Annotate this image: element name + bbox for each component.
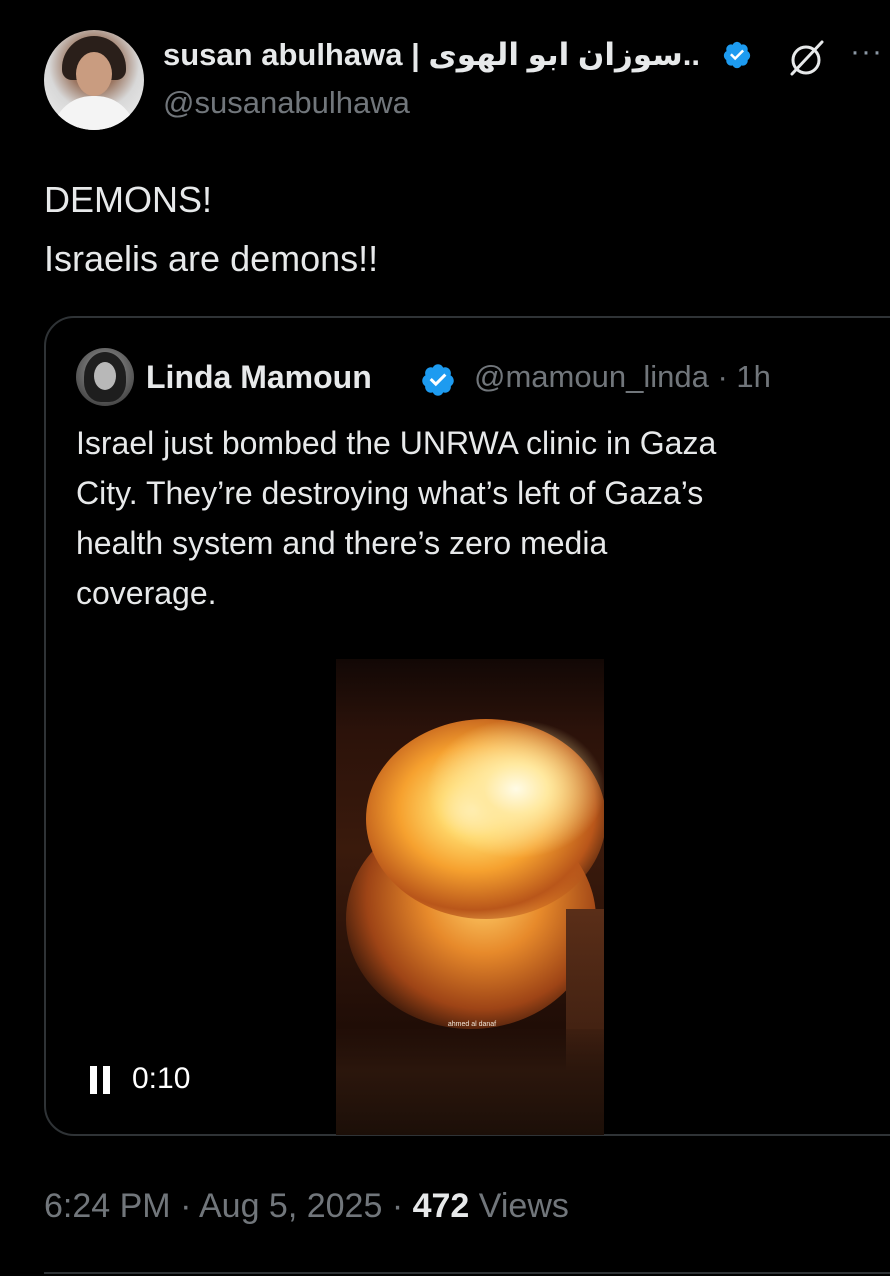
- video-ground: [336, 1029, 604, 1135]
- tweet-line: DEMONS!: [44, 179, 213, 220]
- quoted-author-handle[interactable]: @mamoun_linda: [474, 359, 709, 394]
- quoted-tweet-text: Israel just bombed the UNRWA clinic in G…: [76, 418, 866, 618]
- author-avatar[interactable]: [44, 30, 144, 130]
- meta-separator: ·: [717, 359, 728, 394]
- quoted-author-avatar[interactable]: [76, 348, 134, 406]
- verified-badge-icon: [422, 364, 454, 396]
- quoted-line: Israel just bombed the UNRWA clinic in G…: [76, 425, 717, 461]
- quoted-timestamp[interactable]: 1h: [736, 359, 770, 394]
- verified-badge-icon: [723, 41, 751, 69]
- avatar-face: [76, 52, 112, 96]
- post-date[interactable]: Aug 5, 2025: [199, 1187, 382, 1225]
- quoted-line: City. They’re destroying what’s left of …: [76, 475, 704, 511]
- post-time[interactable]: 6:24 PM: [44, 1187, 171, 1225]
- author-handle[interactable]: @susanabulhawa: [163, 84, 410, 122]
- video-watermark: ahmed al danaf: [447, 1021, 497, 1028]
- quoted-meta: @mamoun_linda · 1h: [474, 358, 771, 396]
- quoted-line: health system and there’s zero media: [76, 525, 608, 561]
- tweet-text: DEMONS! Israelis are demons!!: [44, 170, 864, 288]
- avatar-face: [94, 362, 116, 390]
- divider: [44, 1272, 890, 1274]
- more-options-icon[interactable]: ···: [850, 37, 890, 70]
- quoted-line: coverage.: [76, 575, 217, 611]
- quoted-author-name[interactable]: Linda Mamoun: [146, 358, 372, 396]
- views-count: 472: [412, 1187, 470, 1225]
- pause-icon[interactable]: [90, 1066, 112, 1094]
- post-meta: 6:24 PM · Aug 5, 2025 · 472 Views: [44, 1184, 569, 1228]
- views-label: Views: [478, 1187, 569, 1225]
- video-player[interactable]: ahmed al danaf: [336, 659, 604, 1135]
- video-explosion-highlight: [426, 719, 604, 859]
- author-display-name[interactable]: susan abulhawa | سوزان ابو الهوى..: [163, 36, 700, 74]
- meta-separator: ·: [180, 1187, 192, 1225]
- grok-icon[interactable]: [786, 38, 826, 78]
- video-duration: 0:10: [132, 1062, 191, 1095]
- meta-separator: ·: [391, 1187, 404, 1225]
- avatar-shirt: [52, 96, 136, 130]
- tweet-line: Israelis are demons!!: [44, 238, 379, 279]
